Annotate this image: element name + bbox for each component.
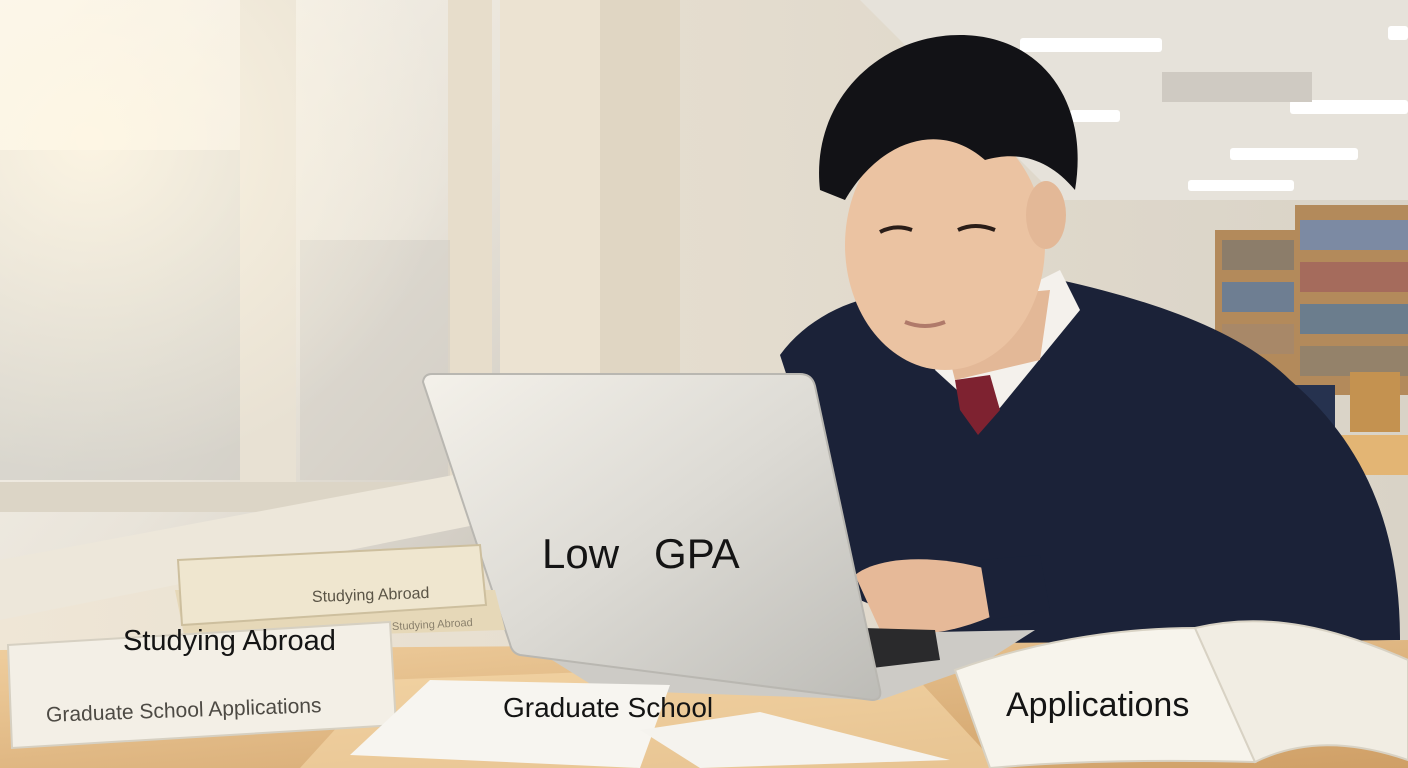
wall-column: [500, 0, 600, 380]
ceiling-light: [1020, 38, 1162, 52]
chair: [1350, 372, 1400, 432]
ceiling-light: [1188, 180, 1294, 191]
laptop-screen-label: Low GPA: [542, 530, 740, 577]
ceiling-light: [1388, 26, 1408, 40]
open-book-label: Applications: [1006, 686, 1190, 724]
air-vent: [1162, 72, 1312, 102]
ceiling-light: [1070, 110, 1120, 122]
wall-column: [600, 0, 680, 380]
book-stack-label: Studying Abroad: [123, 625, 336, 657]
ceiling-light: [1290, 100, 1408, 114]
ceiling-light: [1230, 148, 1358, 160]
paper-label: Graduate School: [503, 692, 714, 723]
